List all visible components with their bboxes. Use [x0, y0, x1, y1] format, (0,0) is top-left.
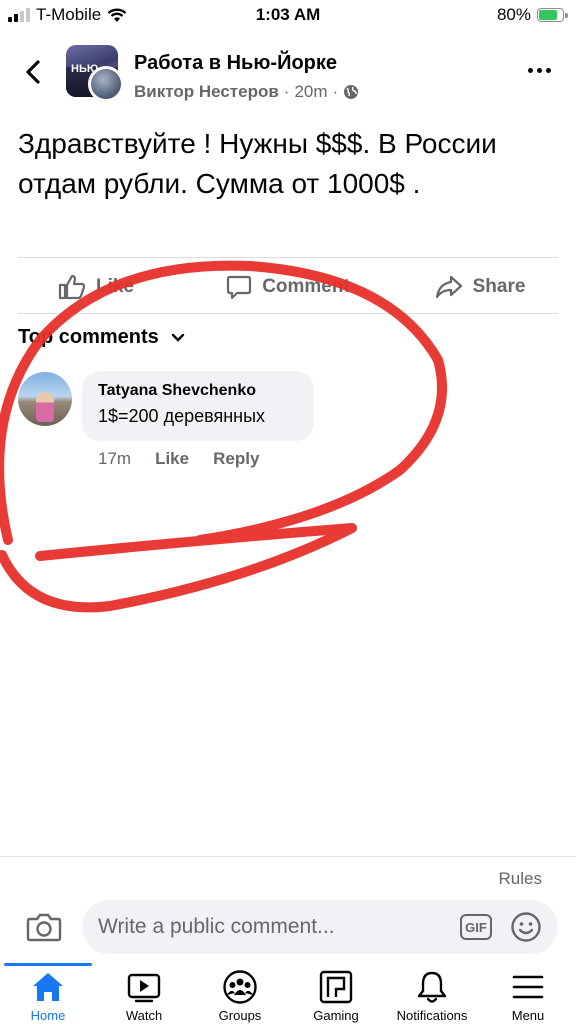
battery-percent: 80%	[496, 5, 531, 24]
tab-bar: Home Watch Groups Gaming Notifications M…	[0, 963, 576, 1024]
like-label: Like	[95, 276, 135, 297]
divider-top	[18, 257, 558, 258]
gaming-icon	[319, 970, 353, 1004]
battery-icon	[537, 8, 568, 22]
comment-text: 1$=200 деревянных	[98, 406, 266, 426]
groups-icon	[223, 970, 257, 1004]
tab-watch[interactable]: Watch	[96, 967, 192, 1023]
globe-icon	[344, 85, 359, 99]
back-button[interactable]	[18, 54, 48, 90]
thumbs-up-icon	[58, 274, 86, 300]
comment-icon	[227, 275, 252, 300]
tab-groups[interactable]: Groups	[192, 967, 288, 1023]
commenter-avatar[interactable]	[18, 372, 72, 426]
status-right: 80%	[496, 5, 568, 25]
active-tab-indicator	[4, 963, 92, 966]
post-text: Здравствуйте ! Нужны $$$. В России отдам…	[18, 128, 497, 199]
divider-bottom	[18, 313, 558, 314]
smiley-icon	[511, 912, 541, 942]
comment-button[interactable]: Comment	[192, 262, 384, 312]
tab-gaming-label: Gaming	[313, 1008, 359, 1023]
tab-notifications[interactable]: Notifications	[384, 967, 480, 1023]
chevron-down-icon	[171, 333, 184, 342]
post-meta: Виктор Нестеров · 20m ·	[134, 82, 359, 102]
tab-groups-label: Groups	[218, 1008, 262, 1023]
tab-gaming[interactable]: Gaming	[288, 967, 384, 1023]
tab-watch-label: Watch	[125, 1008, 163, 1023]
comment-time: 17m	[98, 449, 132, 468]
comment-reply-button[interactable]: Reply	[213, 449, 259, 469]
home-icon	[33, 973, 63, 1001]
share-label: Share	[472, 276, 526, 297]
comment-input[interactable]: Write a public comment... GIF	[82, 900, 558, 954]
share-button[interactable]: Share	[384, 262, 576, 312]
composer-divider	[0, 856, 576, 857]
meta-separator-2: ·	[332, 82, 339, 101]
post-header: НЬЮ Работа в Нью-Йорке Виктор Нестеров ·…	[0, 40, 576, 110]
comment-bubble[interactable]: Tatyana Shevchenko 1$=200 деревянных	[82, 371, 314, 441]
tab-menu[interactable]: Menu	[480, 967, 576, 1023]
hamburger-icon	[512, 975, 544, 999]
emoji-button[interactable]	[510, 911, 542, 943]
chevron-left-icon	[26, 60, 40, 84]
author-name[interactable]: Виктор Нестеров	[134, 82, 279, 102]
more-dots-icon	[528, 67, 533, 73]
comment-input-placeholder: Write a public comment...	[98, 915, 335, 938]
top-comments-label: Top comments	[18, 326, 159, 348]
share-icon	[435, 275, 462, 299]
top-comments-dropdown[interactable]: Top comments	[18, 326, 185, 349]
post-time[interactable]: 20m	[294, 82, 327, 102]
like-button[interactable]: Like	[0, 262, 192, 312]
comment-meta: 17m Like Reply	[98, 449, 259, 469]
status-bar: T-Mobile 1:03 AM 80%	[0, 0, 576, 30]
camera-icon	[26, 913, 62, 942]
status-time: 1:03 AM	[255, 5, 321, 24]
group-name[interactable]: Работа в Нью-Йорке	[134, 52, 337, 75]
tab-home-label: Home	[30, 1008, 66, 1023]
gif-button[interactable]: GIF	[460, 914, 492, 940]
video-icon	[127, 973, 161, 1003]
tab-notifications-label: Notifications	[396, 1008, 468, 1023]
rules-link[interactable]: Rules	[499, 869, 542, 889]
comment-label: Comment	[262, 276, 350, 297]
author-avatar[interactable]	[88, 66, 124, 102]
camera-button[interactable]	[24, 907, 64, 947]
battery-fill	[539, 10, 558, 20]
tab-menu-label: Menu	[511, 1008, 545, 1023]
comment-like-button[interactable]: Like	[155, 449, 189, 469]
more-options-button[interactable]	[528, 60, 554, 80]
comment-author[interactable]: Tatyana Shevchenko	[98, 382, 298, 400]
meta-separator: ·	[283, 82, 290, 101]
tab-home[interactable]: Home	[0, 967, 96, 1023]
post-actions: Like Comment Share	[0, 262, 576, 312]
bell-icon	[417, 971, 447, 1003]
